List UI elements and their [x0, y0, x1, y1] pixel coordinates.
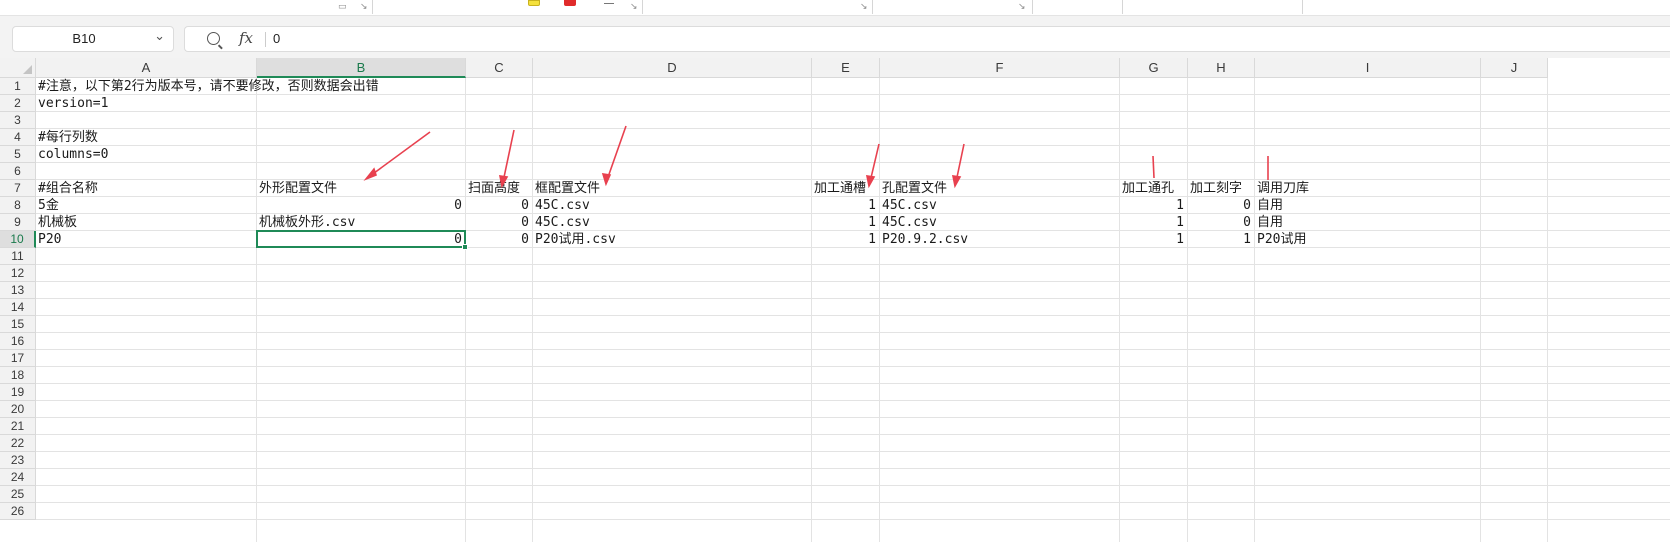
row-header-1[interactable]: 1 [0, 78, 36, 95]
cell-g10[interactable]: 1 [1120, 231, 1184, 248]
ribbon-strip: ▭ ↘ ↘ ↘ ↘ [0, 0, 1670, 16]
active-cell-outline [256, 230, 466, 248]
row-header-8[interactable]: 8 [0, 197, 36, 214]
cell-d9[interactable]: 45C.csv [535, 214, 590, 231]
annotation-arrows [363, 125, 1269, 189]
row-header-18[interactable]: 18 [0, 367, 36, 384]
cell-c9[interactable]: 0 [466, 214, 529, 231]
cell-i7[interactable]: 调用刀库 [1257, 180, 1309, 197]
cell-f10[interactable]: P20.9.2.csv [882, 231, 968, 248]
fx-icon[interactable]: fx [239, 29, 253, 47]
cell-c8[interactable]: 0 [466, 197, 529, 214]
dropdown-caret-icon[interactable]: ⌄ [154, 29, 165, 44]
row-header-13[interactable]: 13 [0, 282, 36, 299]
zoom-icon[interactable] [207, 32, 220, 45]
cell-e10[interactable]: 1 [812, 231, 876, 248]
column-header-e[interactable]: E [812, 58, 880, 78]
row-header-4[interactable]: 4 [0, 129, 36, 146]
row-header-7[interactable]: 7 [0, 180, 36, 197]
row-header-3[interactable]: 3 [0, 112, 36, 129]
cell-c10[interactable]: 0 [466, 231, 529, 248]
formula-input[interactable]: fx 0 [184, 26, 1670, 52]
column-header-b[interactable]: B [257, 58, 466, 78]
row-header-23[interactable]: 23 [0, 452, 36, 469]
ribbon-icon[interactable]: ▭ [338, 2, 347, 12]
cell-d7[interactable]: 框配置文件 [535, 180, 600, 197]
cell-i10[interactable]: P20试用 [1257, 231, 1306, 248]
font-color-icon[interactable] [564, 0, 576, 6]
column-header-a[interactable]: A [36, 58, 257, 78]
row-header-2[interactable]: 2 [0, 95, 36, 112]
dialog-launcher-icon[interactable]: ↘ [630, 2, 638, 12]
spreadsheet-grid[interactable]: A B C D E F G H I J 1 2 3 4 5 6 7 8 9 10 11 12 13 14 15 16 17 18 19 2… [0, 58, 1670, 542]
dialog-launcher-icon[interactable]: ↘ [860, 2, 868, 12]
highlight-color-icon[interactable] [528, 0, 540, 6]
cell-d10[interactable]: P20试用.csv [535, 231, 616, 248]
cell-i9[interactable]: 自用 [1257, 214, 1283, 231]
column-header-i[interactable]: I [1255, 58, 1481, 78]
cell-a7[interactable]: #组合名称 [38, 180, 98, 197]
row-header-25[interactable]: 25 [0, 486, 36, 503]
cell-a10[interactable]: P20 [38, 231, 61, 248]
row-header-16[interactable]: 16 [0, 333, 36, 350]
column-header-j[interactable]: J [1481, 58, 1548, 78]
row-header-22[interactable]: 22 [0, 435, 36, 452]
cell-e9[interactable]: 1 [812, 214, 876, 231]
name-box[interactable]: B10 ⌄ [12, 26, 174, 52]
fill-handle[interactable] [462, 244, 468, 250]
select-all-corner-icon[interactable] [0, 58, 36, 78]
cell-f9[interactable]: 45C.csv [882, 214, 937, 231]
cell-i8[interactable]: 自用 [1257, 197, 1283, 214]
row-header-20[interactable]: 20 [0, 401, 36, 418]
row-header-6[interactable]: 6 [0, 163, 36, 180]
cell-a8[interactable]: 5金 [38, 197, 59, 214]
column-header-f[interactable]: F [880, 58, 1120, 78]
cell-a2[interactable]: version=1 [38, 95, 108, 112]
formula-bar-area: B10 ⌄ fx 0 [0, 16, 1670, 58]
row-header-21[interactable]: 21 [0, 418, 36, 435]
cell-h7[interactable]: 加工刻字 [1190, 180, 1242, 197]
cell-c7[interactable]: 扫面高度 [468, 180, 520, 197]
row-header-9[interactable]: 9 [0, 214, 36, 231]
cell-a9[interactable]: 机械板 [38, 214, 77, 231]
formula-value: 0 [273, 31, 281, 46]
cell-b8[interactable]: 0 [257, 197, 462, 214]
row-header-14[interactable]: 14 [0, 299, 36, 316]
row-header-11[interactable]: 11 [0, 248, 36, 265]
row-header-17[interactable]: 17 [0, 350, 36, 367]
cell-a5[interactable]: columns=0 [38, 146, 108, 163]
column-header-g[interactable]: G [1120, 58, 1188, 78]
cell-b9[interactable]: 机械板外形.csv [259, 214, 355, 231]
dialog-launcher-icon[interactable]: ↘ [360, 2, 368, 12]
column-header-d[interactable]: D [533, 58, 812, 78]
row-header-10[interactable]: 10 [0, 231, 36, 248]
dialog-launcher-icon[interactable]: ↘ [1018, 2, 1026, 12]
row-header-15[interactable]: 15 [0, 316, 36, 333]
column-header-c[interactable]: C [466, 58, 533, 78]
cell-f7[interactable]: 孔配置文件 [882, 180, 947, 197]
cell-e8[interactable]: 1 [812, 197, 876, 214]
cell-g8[interactable]: 1 [1120, 197, 1184, 214]
cell-a4[interactable]: #每行列数 [38, 129, 98, 146]
row-header-19[interactable]: 19 [0, 384, 36, 401]
cell-h9[interactable]: 0 [1188, 214, 1251, 231]
border-icon[interactable] [604, 0, 614, 4]
row-header-5[interactable]: 5 [0, 146, 36, 163]
cell-g7[interactable]: 加工通孔 [1122, 180, 1174, 197]
name-box-reference: B10 [72, 31, 96, 46]
cell-f8[interactable]: 45C.csv [882, 197, 937, 214]
cell-h10[interactable]: 1 [1188, 231, 1251, 248]
cell-e7[interactable]: 加工通槽 [814, 180, 866, 197]
column-header-h[interactable]: H [1188, 58, 1255, 78]
cell-b7[interactable]: 外形配置文件 [259, 180, 337, 197]
cell-h8[interactable]: 0 [1188, 197, 1251, 214]
row-header-24[interactable]: 24 [0, 469, 36, 486]
cell-d8[interactable]: 45C.csv [535, 197, 590, 214]
cell-g9[interactable]: 1 [1120, 214, 1184, 231]
row-header-26[interactable]: 26 [0, 503, 36, 520]
row-header-12[interactable]: 12 [0, 265, 36, 282]
cell-a1[interactable]: #注意，以下第2行为版本号，请不要修改，否则数据会出错 [38, 78, 379, 95]
